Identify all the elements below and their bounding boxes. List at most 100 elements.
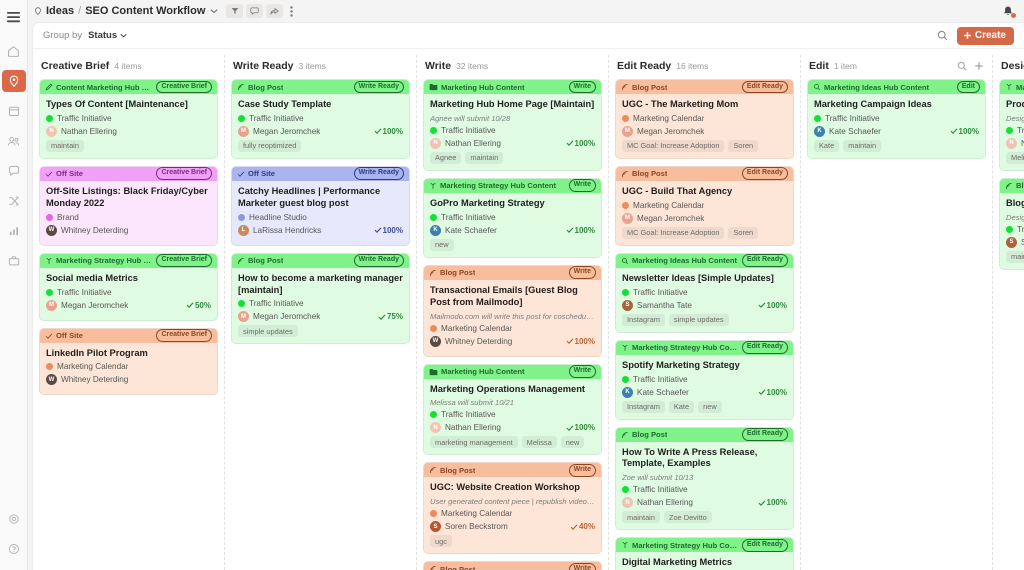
card-tag[interactable]: Agnee	[430, 152, 461, 164]
card-tag[interactable]: new	[430, 239, 454, 251]
kanban-card[interactable]: Blog PostEdit Ready UGC - The Marketing …	[615, 79, 794, 159]
card-tag[interactable]: Kate	[814, 140, 839, 152]
board-column: Write Ready3 items Blog PostWrite Ready …	[225, 55, 417, 570]
comment-icon[interactable]	[246, 4, 263, 18]
filter-icon[interactable]	[226, 4, 243, 18]
kanban-card[interactable]: Blog PostWrite Transactional Emails [Gue…	[423, 265, 602, 357]
card-tag[interactable]: ugc	[430, 535, 452, 547]
card-tag[interactable]: Instagram	[622, 401, 665, 413]
avatar: N	[430, 138, 441, 149]
kanban-card[interactable]: Marketing Hub ContentWrite Marketing Ope…	[423, 364, 602, 456]
card-tag[interactable]: new	[698, 401, 722, 413]
card-type-label: Blog Post	[248, 256, 283, 265]
kanban-card[interactable]: Off SiteWrite Ready Catchy Headlines | P…	[231, 166, 410, 246]
breadcrumb: Ideas / SEO Content Workflow	[34, 5, 218, 17]
kanban-card[interactable]: Blog PostEdit Ready How To Write A Press…	[615, 427, 794, 531]
column-add-icon[interactable]	[974, 61, 984, 71]
kanban-card[interactable]: Marketing Strategy Hub ContentCreative B…	[39, 253, 218, 321]
kanban-card[interactable]: Blog PostEdit Ready UGC - Build That Age…	[615, 166, 794, 246]
kanban-board[interactable]: Creative Brief4 items Content Marketing …	[33, 49, 1024, 570]
card-header: Marketing Ideas Hub ContentEdit Ready	[616, 254, 793, 268]
kanban-card[interactable]: Blog PostWrite UGC: Website Creation Wor…	[423, 462, 602, 554]
card-tag[interactable]: MC Goal: Increase Adoption	[622, 227, 724, 239]
assignee-name: Megan Jeromchek	[61, 301, 128, 310]
column-title: Creative Brief	[41, 60, 109, 72]
card-tags: Instagram simple updates	[622, 314, 787, 326]
card-tag[interactable]: maintain	[1006, 251, 1024, 263]
kanban-card[interactable]: Blog PostWrite Ready Case Study Template…	[231, 79, 410, 159]
card-tag[interactable]: MC Goal: Increase Adoption	[622, 140, 724, 152]
project-name: Traffic Initiative	[1017, 225, 1024, 234]
card-type-label: Content Marketing Hub Content	[56, 83, 153, 92]
kanban-card[interactable]: Off SiteCreative Brief LinkedIn Pilot Pr…	[39, 328, 218, 396]
kanban-card[interactable]: Marketing Strategy Hub Content ProductDe…	[999, 79, 1024, 171]
card-tag[interactable]: marketing management	[430, 436, 518, 448]
card-tag[interactable]: Melissa	[522, 436, 557, 448]
column-header: Write Ready3 items	[231, 55, 410, 77]
chevron-down-icon[interactable]	[210, 7, 218, 16]
card-header: Marketing Strategy Hub ContentEdit Ready	[616, 538, 793, 552]
card-tag[interactable]: Kate	[669, 401, 694, 413]
kanban-card[interactable]: Marketing Ideas Hub ContentEdit Ready Ne…	[615, 253, 794, 333]
group-by-select[interactable]: Status	[88, 30, 127, 41]
location-pin-icon[interactable]	[2, 70, 26, 92]
check-icon	[186, 301, 194, 309]
kanban-card[interactable]: Marketing Hub ContentWrite Marketing Hub…	[423, 79, 602, 171]
kanban-card[interactable]: Marketing Strategy Hub ContentEdit Ready…	[615, 340, 794, 420]
kanban-card[interactable]: Blog Post BlogDesign Traffic Initiative …	[999, 178, 1024, 270]
card-note: Agnee will submit 10/28	[430, 114, 595, 123]
card-tag[interactable]: fully reoptimized	[238, 140, 301, 152]
card-tag[interactable]: Zoe Devitto	[664, 511, 712, 523]
bell-icon[interactable]	[1002, 5, 1014, 18]
kanban-card[interactable]: Marketing Ideas Hub ContentEdit Marketin…	[807, 79, 986, 159]
search-icon[interactable]	[937, 30, 948, 41]
hamburger-menu-icon[interactable]	[2, 6, 26, 28]
card-tag[interactable]: maintain	[46, 140, 84, 152]
kanban-card[interactable]: Blog PostWrite UGC: All Things Travel Bl…	[423, 561, 602, 570]
share-icon[interactable]	[266, 4, 283, 18]
bar-chart-icon[interactable]	[2, 220, 26, 242]
kanban-card[interactable]: Content Marketing Hub ContentCreative Br…	[39, 79, 218, 159]
card-tag[interactable]: new	[561, 436, 585, 448]
kanban-card[interactable]: Marketing Strategy Hub ContentWrite GoPr…	[423, 178, 602, 258]
breadcrumb-workflow-title[interactable]: SEO Content Workflow	[85, 5, 205, 17]
kanban-card[interactable]: Off SiteCreative Brief Off-Site Listings…	[39, 166, 218, 246]
progress-percent: 100%	[566, 139, 595, 148]
kanban-card[interactable]: Marketing Strategy Hub ContentEdit Ready…	[615, 537, 794, 570]
more-icon[interactable]	[286, 4, 297, 18]
card-tag[interactable]: Melissa	[1006, 152, 1024, 164]
calendar-icon[interactable]	[2, 100, 26, 122]
people-icon[interactable]	[2, 130, 26, 152]
shuffle-icon[interactable]	[2, 190, 26, 212]
progress-value: 100%	[575, 423, 595, 432]
card-body: Types Of Content [Maintenance] Traffic I…	[40, 94, 217, 158]
card-tag[interactable]: simple updates	[238, 325, 298, 337]
card-project-row: Brand	[46, 213, 211, 222]
assignee-name: Whitney Deterding	[61, 375, 128, 384]
project-color-dot	[238, 300, 245, 307]
card-assignee-row: S Samantha Tate	[1006, 237, 1024, 248]
status-badge: Creative Brief	[156, 81, 212, 94]
home-icon[interactable]	[2, 40, 26, 62]
check-icon	[758, 301, 766, 309]
card-tag[interactable]: maintain	[465, 152, 503, 164]
card-tag[interactable]: simple updates	[669, 314, 729, 326]
breadcrumb-ideas[interactable]: Ideas	[46, 5, 74, 17]
board-column: Design Marketing Strategy Hub Content Pr…	[993, 55, 1024, 570]
column-search-icon[interactable]	[957, 61, 967, 71]
card-tags: simple updates	[238, 325, 403, 337]
card-tag[interactable]: maintain	[622, 511, 660, 523]
kanban-card[interactable]: Blog PostWrite Ready How to become a mar…	[231, 253, 410, 345]
card-tag[interactable]: Soren	[728, 227, 758, 239]
status-badge: Creative Brief	[156, 254, 212, 267]
chat-icon[interactable]	[2, 160, 26, 182]
briefcase-icon[interactable]	[2, 250, 26, 272]
help-circle-icon[interactable]	[2, 538, 26, 560]
create-button[interactable]: Create	[957, 27, 1014, 45]
card-tag[interactable]: maintain	[843, 140, 881, 152]
card-tag[interactable]: Soren	[728, 140, 758, 152]
column-header: Design	[999, 55, 1024, 77]
progress-percent: 75%	[378, 312, 403, 321]
card-tag[interactable]: Instagram	[622, 314, 665, 326]
settings-gear-icon[interactable]	[2, 508, 26, 530]
